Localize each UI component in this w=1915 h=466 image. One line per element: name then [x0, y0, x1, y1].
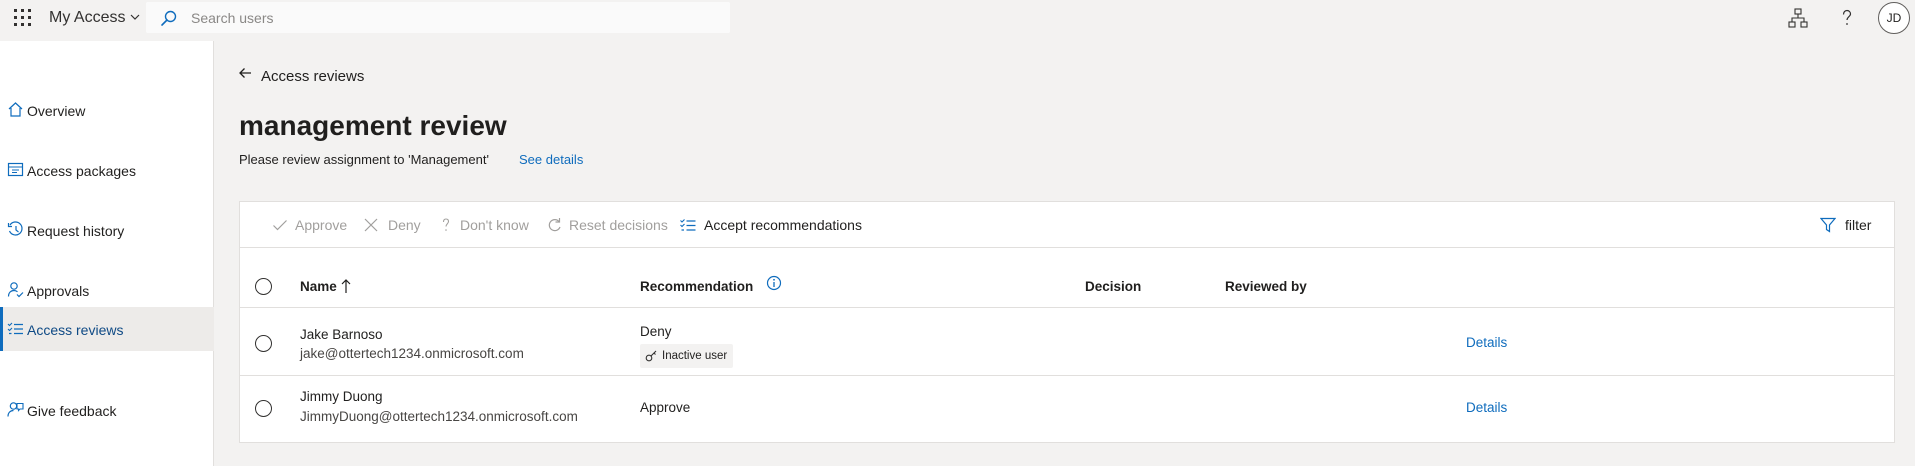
page-title: management review: [239, 110, 507, 141]
filter-icon: [1820, 217, 1836, 233]
accept-recommendations-label: Accept recommendations: [704, 217, 862, 233]
sort-ascending-icon[interactable]: [341, 278, 351, 294]
see-details-link[interactable]: See details: [519, 152, 583, 167]
sidebar-item-approvals[interactable]: Approvals: [0, 268, 214, 312]
user-email: JimmyDuong@ottertech1234.onmicrosoft.com: [300, 409, 578, 424]
review-table: Name Recommendation Decision Reviewed by…: [239, 247, 1895, 443]
badge-label: Inactive user: [662, 350, 728, 362]
history-icon: [7, 221, 23, 236]
search-input[interactable]: [191, 7, 711, 29]
table-row[interactable]: Jake Barnoso jake@ottertech1234.onmicros…: [240, 308, 1894, 376]
search-box[interactable]: [146, 2, 730, 33]
sidebar-item-label: Access packages: [27, 163, 136, 179]
org-chart-icon[interactable]: [1786, 6, 1810, 30]
recommendation-value: Approve: [640, 400, 691, 415]
checklist-icon: [7, 322, 23, 335]
sidebar-item-label: Overview: [27, 103, 86, 119]
question-icon: [442, 218, 450, 231]
sidebar-item-request-history[interactable]: Request history: [0, 208, 214, 252]
command-bar: Approve Deny Don't know Reset decisions …: [239, 201, 1895, 247]
approve-button[interactable]: Approve: [272, 216, 352, 234]
column-header-recommendation: Recommendation: [640, 279, 754, 294]
sidebar-item-label: Access reviews: [27, 322, 124, 338]
deny-label: Deny: [388, 217, 421, 233]
home-icon: [8, 102, 23, 117]
person-check-icon: [7, 282, 24, 298]
sidebar-item-label: Request history: [27, 223, 125, 239]
check-icon: [273, 220, 287, 231]
top-bar: My Access JD: [0, 0, 1915, 41]
sidebar-item-access-reviews[interactable]: Access reviews: [0, 307, 214, 351]
package-icon: [7, 162, 24, 177]
back-link[interactable]: Access reviews: [261, 68, 364, 85]
reset-decisions-label: Reset decisions: [569, 217, 668, 233]
reset-decisions-button[interactable]: Reset decisions: [547, 216, 668, 234]
approve-label: Approve: [295, 217, 348, 233]
chevron-down-icon[interactable]: [130, 12, 140, 22]
sidebar-item-label: Approvals: [27, 283, 90, 299]
deny-button[interactable]: Deny: [363, 216, 423, 234]
row-select-radio[interactable]: [255, 400, 272, 417]
sidebar-item-overview[interactable]: Overview: [0, 88, 214, 132]
key-icon: [645, 350, 657, 362]
info-icon[interactable]: [766, 275, 782, 291]
search-icon: [161, 10, 177, 26]
recommendation-value: Deny: [640, 324, 672, 339]
feedback-icon: [7, 402, 24, 417]
app-name[interactable]: My Access: [49, 9, 125, 27]
select-all-radio[interactable]: [255, 278, 272, 295]
details-link[interactable]: Details: [1466, 335, 1507, 350]
help-icon[interactable]: [1835, 6, 1859, 30]
close-icon: [364, 218, 378, 232]
accept-recommendations-button[interactable]: Accept recommendations: [680, 216, 870, 234]
inactive-user-badge: Inactive user: [640, 344, 734, 368]
filter-button[interactable]: filter: [1820, 216, 1880, 234]
user-name: Jake Barnoso: [300, 327, 383, 342]
sidebar-item-label: Give feedback: [27, 403, 117, 419]
user-name: Jimmy Duong: [300, 389, 383, 404]
page-subtitle: Please review assignment to 'Management': [239, 152, 489, 167]
filter-label: filter: [1845, 217, 1872, 233]
sidebar-item-access-packages[interactable]: Access packages: [0, 148, 214, 192]
dont-know-label: Don't know: [460, 217, 529, 233]
column-header-name[interactable]: Name: [300, 279, 337, 294]
sidebar: Overview Access packages Request history…: [0, 41, 214, 466]
reset-icon: [548, 218, 561, 232]
user-email: jake@ottertech1234.onmicrosoft.com: [300, 346, 524, 361]
column-header-reviewed-by: Reviewed by: [1225, 279, 1307, 294]
table-header: Name Recommendation Decision Reviewed by: [240, 248, 1894, 308]
sidebar-item-give-feedback[interactable]: Give feedback: [0, 388, 214, 432]
avatar[interactable]: JD: [1878, 2, 1910, 34]
back-arrow-icon[interactable]: [238, 66, 252, 80]
table-row[interactable]: Jimmy Duong JimmyDuong@ottertech1234.onm…: [240, 376, 1894, 443]
checklist-icon: [680, 219, 696, 231]
row-select-radio[interactable]: [255, 335, 272, 352]
dont-know-button[interactable]: Don't know: [438, 216, 533, 234]
column-header-decision: Decision: [1085, 279, 1142, 294]
waffle-icon[interactable]: [14, 9, 31, 26]
details-link[interactable]: Details: [1466, 400, 1507, 415]
